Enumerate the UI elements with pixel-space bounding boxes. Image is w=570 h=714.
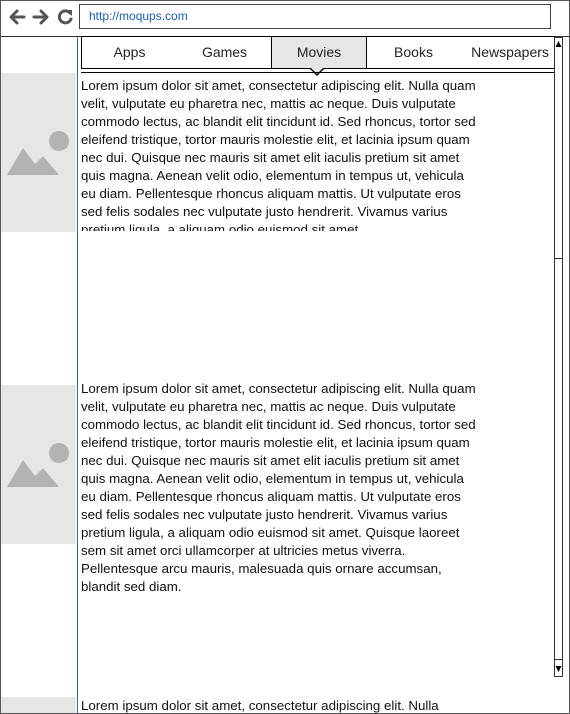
browser-toolbar: http://moqups.com [1,1,569,37]
tab-newspapers[interactable]: Newspapers [466,37,554,68]
tab-movies[interactable]: Movies [271,37,367,68]
image-placeholder [1,73,76,232]
arrow-right-icon[interactable] [31,7,51,27]
article-text: Lorem ipsum dolor sit amet, consectetur … [81,381,476,594]
tab-underline [81,72,555,73]
tab-games[interactable]: Games [177,37,272,68]
image-placeholder-icon [7,443,69,487]
tab-apps[interactable]: Apps [82,37,177,68]
address-bar[interactable]: http://moqups.com [79,4,551,29]
scrollbar-thumb[interactable] [555,258,562,660]
vertical-scrollbar[interactable] [554,37,563,677]
image-placeholder [1,697,76,713]
arrow-left-icon[interactable] [7,7,27,27]
left-divider [77,37,78,713]
image-placeholder [1,385,76,544]
refresh-icon[interactable] [55,7,75,27]
tab-books[interactable]: Books [366,37,461,68]
tab-bar: Apps Games Movies Books Newspapers [81,36,555,69]
image-placeholder-icon [7,131,69,175]
article-text: Lorem ipsum dolor sit amet, consectetur … [81,78,476,231]
article-text: Lorem ipsum dolor sit amet, consectetur … [81,698,439,713]
browser-window: http://moqups.com Apps Games Movies Book… [0,0,570,714]
scroll-up-icon[interactable] [555,39,562,49]
scroll-down-icon[interactable] [555,664,562,674]
